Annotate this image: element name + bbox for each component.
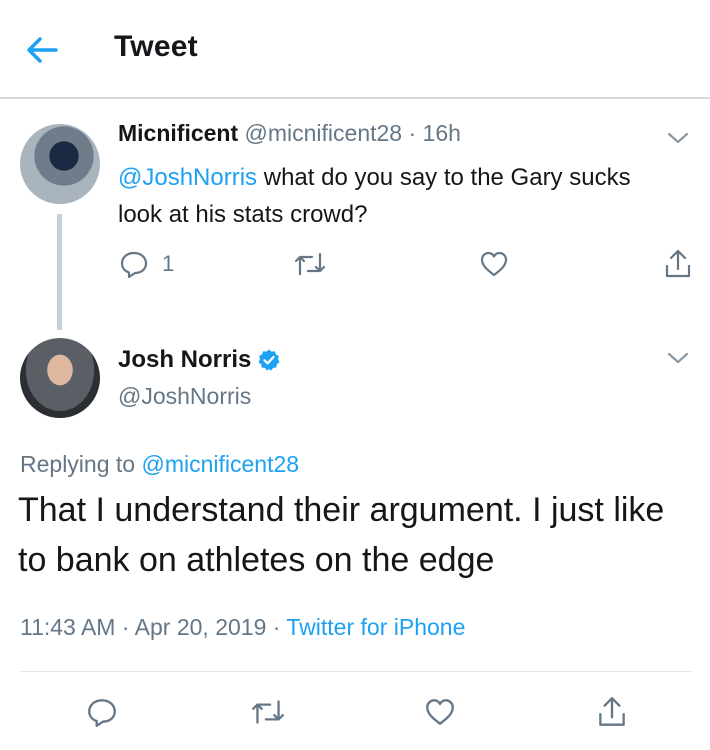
heart-icon	[423, 695, 457, 734]
thread-connector	[57, 214, 62, 330]
tweet-date[interactable]: Apr 20, 2019	[135, 614, 267, 640]
share-icon	[595, 694, 629, 735]
retweet-icon	[249, 695, 287, 734]
tweet-actions	[0, 692, 710, 736]
share-button[interactable]	[590, 692, 634, 736]
tweet-header: Micnificent @micnificent28 · 16h	[118, 120, 461, 147]
author-handle[interactable]: @JoshNorris	[118, 383, 251, 410]
divider	[20, 671, 692, 672]
replying-prefix: Replying to	[20, 451, 142, 477]
meta-separator: ·	[115, 614, 135, 640]
avatar[interactable]	[20, 124, 100, 204]
retweet-icon	[292, 248, 328, 280]
reply-icon	[118, 248, 150, 280]
mention-link[interactable]: @JoshNorris	[118, 164, 257, 191]
heart-icon	[478, 248, 510, 280]
retweet-button[interactable]	[246, 692, 290, 736]
author-name[interactable]: Micnificent	[118, 120, 238, 146]
page-title: Tweet	[114, 30, 198, 63]
avatar[interactable]	[20, 338, 100, 418]
tweet-time[interactable]: 11:43 AM	[20, 614, 115, 640]
share-icon	[662, 247, 694, 281]
like-button[interactable]	[418, 692, 462, 736]
retweet-button[interactable]	[292, 246, 328, 282]
meta-separator: ·	[408, 120, 417, 146]
replying-handle-link[interactable]: @micnificent28	[141, 451, 299, 477]
like-button[interactable]	[478, 246, 510, 282]
share-button[interactable]	[662, 246, 694, 282]
author-name[interactable]: Josh Norris	[118, 346, 251, 374]
tweet-text: That I understand their argument. I just…	[18, 491, 665, 579]
tweet-source-link[interactable]: Twitter for iPhone	[286, 614, 465, 640]
meta-separator: ·	[266, 614, 287, 640]
tweet-time[interactable]: 16h	[423, 120, 461, 146]
tweet-actions: 1	[118, 246, 698, 282]
reply-icon	[85, 695, 119, 734]
reply-button[interactable]	[80, 692, 124, 736]
author-name-row: Josh Norris	[118, 346, 281, 374]
tweet-text: @JoshNorris what do you say to the Gary …	[118, 159, 678, 233]
replying-to: Replying to @micnificent28	[20, 451, 299, 478]
reply-count: 1	[162, 251, 175, 276]
author-handle[interactable]: @micnificent28	[245, 120, 403, 146]
reply-button[interactable]: 1	[118, 246, 174, 282]
chevron-down-icon[interactable]	[666, 350, 690, 366]
chevron-down-icon[interactable]	[666, 130, 690, 146]
top-bar: Tweet	[0, 0, 710, 99]
tweet-meta: 11:43 AM · Apr 20, 2019 · Twitter for iP…	[20, 614, 465, 641]
verified-badge-icon	[257, 348, 281, 372]
back-arrow-icon[interactable]	[22, 32, 62, 68]
